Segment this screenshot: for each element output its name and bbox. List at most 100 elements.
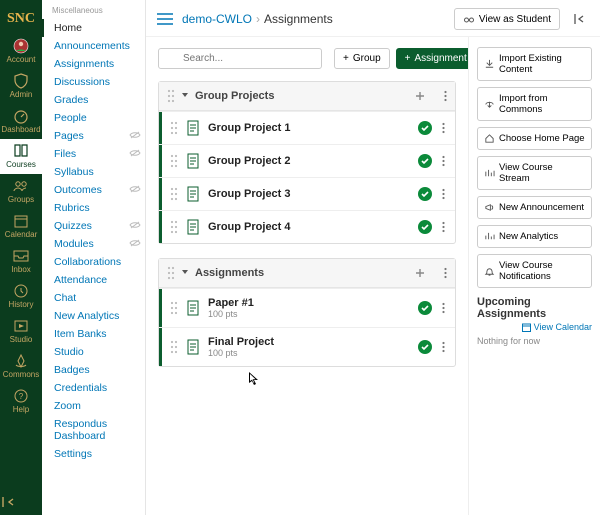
rail-item-courses[interactable]: Courses — [0, 139, 42, 174]
course-nav-item[interactable]: Files — [50, 145, 145, 163]
nav-item-label: Attendance — [54, 274, 107, 286]
course-nav-item[interactable]: Home — [50, 19, 145, 37]
assignment-row[interactable]: Group Project 1 — [159, 111, 455, 144]
add-to-group-button[interactable] — [414, 90, 426, 102]
row-options-button[interactable] — [440, 188, 447, 200]
stream-icon — [484, 168, 495, 179]
rail-item-commons[interactable]: Commons — [0, 349, 42, 384]
side-action-button[interactable]: Import Existing Content — [477, 47, 592, 81]
published-check-icon[interactable] — [418, 154, 432, 168]
assignments-toolbar: +Group +Assignment — [158, 47, 456, 69]
side-action-button[interactable]: New Analytics — [477, 225, 592, 248]
group-header[interactable]: Group Projects — [159, 82, 455, 111]
course-nav-item[interactable]: Syllabus — [50, 163, 145, 181]
course-nav-list: Home AnnouncementsAssignmentsDiscussionsG… — [50, 19, 145, 463]
course-nav-item[interactable]: Announcements — [50, 37, 145, 55]
course-nav-item[interactable]: Chat — [50, 289, 145, 307]
published-edge — [159, 178, 162, 210]
hidden-icon — [129, 130, 141, 140]
course-nav-item[interactable]: Grades — [50, 91, 145, 109]
assignment-row[interactable]: Group Project 3 — [159, 177, 455, 210]
rail-item-account[interactable]: Account — [0, 34, 42, 69]
drag-handle-icon[interactable] — [170, 121, 178, 135]
search-input[interactable] — [158, 48, 322, 69]
add-group-button[interactable]: +Group — [334, 48, 390, 69]
assignment-icon — [186, 219, 200, 235]
row-options-button[interactable] — [440, 122, 447, 134]
course-nav-item[interactable]: Badges — [50, 361, 145, 379]
nav-item-label: Collaborations — [54, 256, 121, 268]
published-check-icon[interactable] — [418, 301, 432, 315]
assignment-row[interactable]: Group Project 4 — [159, 210, 455, 243]
drag-handle-icon[interactable] — [167, 266, 175, 280]
group-options-button[interactable] — [444, 90, 447, 102]
global-nav-rail: SNC Account Admin Dashboard Courses Grou… — [0, 0, 42, 515]
menu-icon[interactable] — [156, 12, 174, 26]
course-nav-item[interactable]: Collaborations — [50, 253, 145, 271]
group-options-button[interactable] — [444, 267, 447, 279]
course-nav-item[interactable]: Rubrics — [50, 199, 145, 217]
assignment-row[interactable]: Paper #1100 pts — [159, 288, 455, 327]
published-check-icon[interactable] — [418, 220, 432, 234]
rail-item-dashboard[interactable]: Dashboard — [0, 104, 42, 139]
course-nav-item[interactable]: New Analytics — [50, 307, 145, 325]
published-check-icon[interactable] — [418, 340, 432, 354]
course-nav-item[interactable]: Attendance — [50, 271, 145, 289]
add-assignment-button[interactable]: +Assignment — [396, 48, 468, 69]
breadcrumb-course[interactable]: demo-CWLO — [182, 12, 252, 26]
rail-item-history[interactable]: History — [0, 279, 42, 314]
link-label: View Calendar — [534, 322, 592, 332]
drag-handle-icon[interactable] — [170, 154, 178, 168]
nav-item-label: Rubrics — [54, 202, 90, 214]
course-nav-item[interactable]: Discussions — [50, 73, 145, 91]
view-as-student-button[interactable]: View as Student — [454, 8, 560, 30]
course-nav-item[interactable]: People — [50, 109, 145, 127]
collapse-sidebar-button[interactable] — [568, 8, 590, 30]
course-nav-item[interactable]: Zoom — [50, 397, 145, 415]
add-to-group-button[interactable] — [414, 267, 426, 279]
course-nav-item[interactable]: Credentials — [50, 379, 145, 397]
side-action-button[interactable]: View Course Notifications — [477, 254, 592, 288]
row-options-button[interactable] — [440, 302, 447, 314]
assignment-row[interactable]: Group Project 2 — [159, 144, 455, 177]
course-nav-item[interactable]: Pages — [50, 127, 145, 145]
side-action-button[interactable]: View Course Stream — [477, 156, 592, 190]
course-nav-item[interactable]: Outcomes — [50, 181, 145, 199]
row-options-button[interactable] — [440, 341, 447, 353]
side-action-button[interactable]: New Announcement — [477, 196, 592, 219]
drag-handle-icon[interactable] — [170, 340, 178, 354]
rail-item-groups[interactable]: Groups — [0, 174, 42, 209]
glasses-icon — [463, 13, 475, 25]
calendar-icon — [12, 213, 30, 229]
search-wrap — [158, 48, 322, 69]
drag-handle-icon[interactable] — [170, 301, 178, 315]
drag-handle-icon[interactable] — [167, 89, 175, 103]
published-edge — [159, 328, 162, 366]
published-check-icon[interactable] — [418, 187, 432, 201]
course-nav-item[interactable]: Respondus Dashboard — [50, 415, 145, 445]
published-check-icon[interactable] — [418, 121, 432, 135]
rail-item-calendar[interactable]: Calendar — [0, 209, 42, 244]
drag-handle-icon[interactable] — [170, 187, 178, 201]
drag-handle-icon[interactable] — [170, 220, 178, 234]
side-action-button[interactable]: Choose Home Page — [477, 127, 592, 150]
rail-item-studio[interactable]: Studio — [0, 314, 42, 349]
side-action-button[interactable]: Import from Commons — [477, 87, 592, 121]
course-nav-item[interactable]: Item Banks — [50, 325, 145, 343]
row-options-button[interactable] — [440, 221, 447, 233]
course-nav-item[interactable]: Modules — [50, 235, 145, 253]
assignment-row[interactable]: Final Project100 pts — [159, 327, 455, 366]
course-nav-item[interactable]: Settings — [50, 445, 145, 463]
nav-item-label: Pages — [54, 130, 84, 142]
course-nav-item[interactable]: Studio — [50, 343, 145, 361]
course-nav-item[interactable]: Quizzes — [50, 217, 145, 235]
rail-collapse-button[interactable] — [0, 489, 42, 515]
nav-item-label: Home — [54, 22, 82, 34]
course-nav-item[interactable]: Assignments — [50, 55, 145, 73]
row-options-button[interactable] — [440, 155, 447, 167]
rail-item-inbox[interactable]: Inbox — [0, 244, 42, 279]
group-header[interactable]: Assignments — [159, 259, 455, 288]
rail-item-help[interactable]: ? Help — [0, 384, 42, 419]
rail-item-admin[interactable]: Admin — [0, 69, 42, 104]
view-calendar-link[interactable]: View Calendar — [477, 322, 592, 332]
